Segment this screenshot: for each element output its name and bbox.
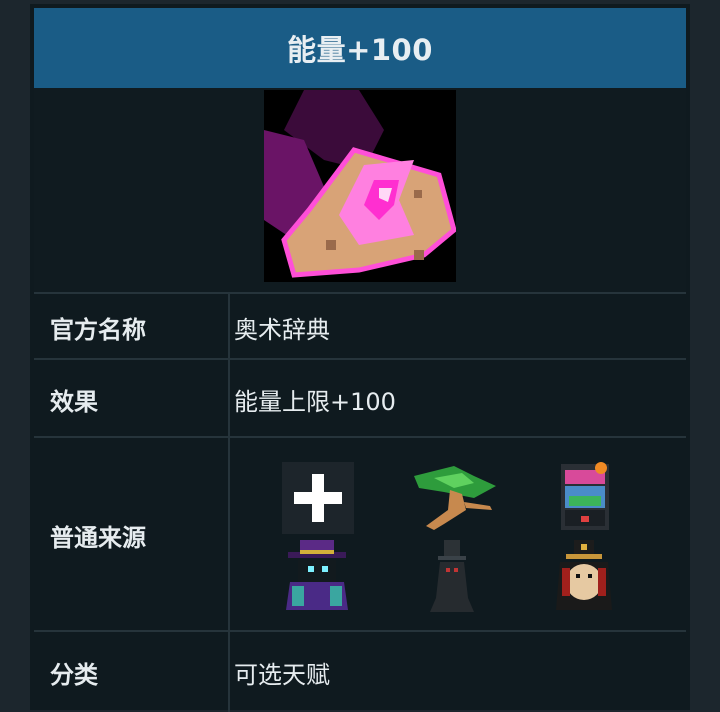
sources-row: 普通来源 [34,436,686,632]
category-row: 分类 可选天赋 [34,630,686,712]
sources-icon-grid [216,438,686,632]
purple-hat-wizard-icon[interactable] [282,538,352,614]
arcade-machine-icon[interactable] [559,462,611,532]
item-title: 能量+100 [34,8,686,88]
effect-value: 能量上限+100 [234,387,396,416]
category-value: 可选天赋 [234,660,330,689]
official-name-label: 官方名称 [34,294,230,360]
pink-arcane-scroll-icon [264,90,456,282]
bonsai-tree-icon[interactable] [404,458,500,538]
top-hat-hamster-merchant-icon[interactable] [554,538,614,614]
official-name-value: 奥术辞典 [234,315,330,344]
item-image-row [34,88,686,292]
plus-icon[interactable] [282,462,354,534]
official-name-row: 官方名称 奥术辞典 [34,292,686,360]
category-label: 分类 [34,632,230,712]
effect-label: 效果 [34,360,230,438]
effect-row: 效果 能量上限+100 [34,358,686,438]
sources-label: 普通来源 [34,438,230,632]
dark-top-hat-ghost-icon[interactable] [428,538,476,614]
item-info-card: 能量+100 官方名称 奥术辞典 效果 能量上限+100 普通来源 分类 可选天… [30,4,690,712]
